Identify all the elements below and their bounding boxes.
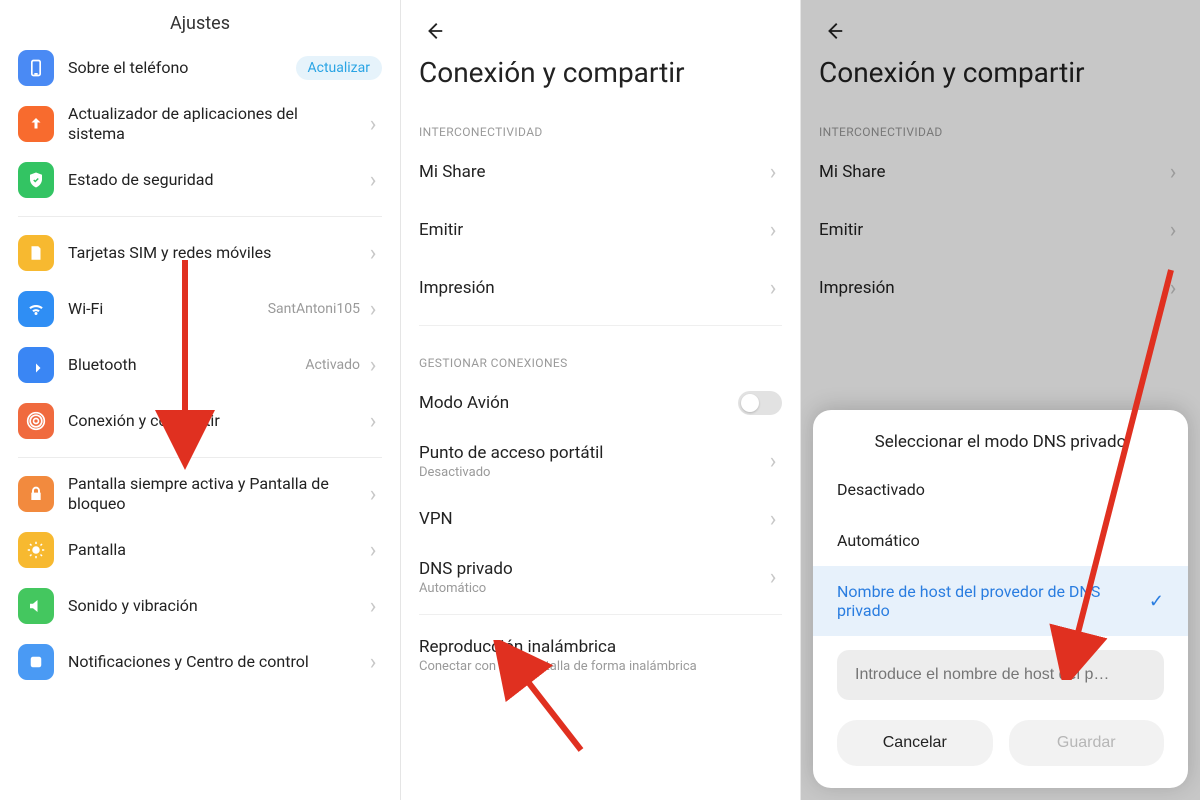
cancel-button[interactable]: Cancelar xyxy=(837,720,993,766)
bluetooth-icon xyxy=(18,347,54,383)
row-airplane-mode[interactable]: Modo Avión xyxy=(419,374,782,432)
row-label: Sobre el teléfono xyxy=(68,58,296,78)
row-subtext: Desactivado xyxy=(419,465,764,480)
row-label: Estado de seguridad xyxy=(68,170,364,190)
option-label: Nombre de host del provedor de DNS priva… xyxy=(837,582,1149,620)
row-sound[interactable]: Sonido y vibración › xyxy=(18,578,382,634)
wifi-icon xyxy=(18,291,54,327)
option-label: Desactivado xyxy=(837,480,925,499)
row-wireless-playback[interactable]: Reproducción inalámbrica Conectar con un… xyxy=(419,623,782,687)
chevron-right-icon: › xyxy=(764,565,782,590)
page-title: Ajustes xyxy=(0,0,400,40)
row-private-dns[interactable]: DNS privado Automático › xyxy=(419,548,782,606)
row-subtext: Automático xyxy=(419,581,764,596)
chevron-right-icon: › xyxy=(364,241,382,266)
row-mi-share[interactable]: Mi Share › xyxy=(419,143,782,201)
row-wifi[interactable]: Wi-Fi SantAntoni105 › xyxy=(18,281,382,337)
row-label: Emitir xyxy=(419,220,764,240)
row-vpn[interactable]: VPN › xyxy=(419,490,782,548)
row-label: Tarjetas SIM y redes móviles xyxy=(68,243,364,263)
check-icon: ✓ xyxy=(1149,591,1164,612)
row-subtext: Conectar con una pantalla de forma inalá… xyxy=(419,659,782,674)
row-sim[interactable]: Tarjetas SIM y redes móviles › xyxy=(18,225,382,281)
chevron-right-icon: › xyxy=(764,160,782,185)
row-label: Impresión xyxy=(419,278,764,298)
row-connection-sharing[interactable]: Conexión y compartir › xyxy=(18,393,382,449)
section-label: INTERCONECTIVIDAD xyxy=(401,103,800,143)
row-label: Reproducción inalámbrica xyxy=(419,637,782,657)
page-title: Conexión y compartir xyxy=(401,0,800,103)
toggle-switch[interactable] xyxy=(738,391,782,415)
row-label: Modo Avión xyxy=(419,393,738,413)
row-label: Notificaciones y Centro de control xyxy=(68,652,364,672)
modal-title: Seleccionar el modo DNS privado xyxy=(813,432,1188,464)
settings-pane: Ajustes Sobre el teléfono Actualizar Act… xyxy=(0,0,400,800)
row-label: DNS privado xyxy=(419,559,764,579)
row-value: SantAntoni105 xyxy=(268,301,360,317)
save-button[interactable]: Guardar xyxy=(1009,720,1165,766)
divider xyxy=(18,457,382,458)
row-label: Mi Share xyxy=(419,162,764,182)
update-badge[interactable]: Actualizar xyxy=(296,56,383,80)
chevron-right-icon: › xyxy=(764,276,782,301)
row-label: Pantalla xyxy=(68,540,364,560)
chevron-right-icon: › xyxy=(364,112,382,137)
arrow-up-icon xyxy=(18,106,54,142)
row-display[interactable]: Pantalla › xyxy=(18,522,382,578)
chevron-right-icon: › xyxy=(364,409,382,434)
option-auto[interactable]: Automático xyxy=(813,515,1188,566)
row-system-updater[interactable]: Actualizador de aplicaciones del sistema… xyxy=(18,96,382,152)
lock-icon xyxy=(18,476,54,512)
row-label: Punto de acceso portátil xyxy=(419,443,764,463)
chevron-right-icon: › xyxy=(364,482,382,507)
section-label: GESTIONAR CONEXIONES xyxy=(401,334,800,374)
row-label: Sonido y vibración xyxy=(68,596,364,616)
chevron-right-icon: › xyxy=(364,650,382,675)
row-hotspot[interactable]: Punto de acceso portátil Desactivado › xyxy=(419,432,782,490)
row-security-status[interactable]: Estado de seguridad › xyxy=(18,152,382,208)
chevron-right-icon: › xyxy=(764,449,782,474)
row-label: Bluetooth xyxy=(68,355,305,375)
dns-hostname-input[interactable] xyxy=(837,650,1164,700)
row-bluetooth[interactable]: Bluetooth Activado › xyxy=(18,337,382,393)
row-label: Wi-Fi xyxy=(68,299,268,319)
connection-icon xyxy=(18,403,54,439)
divider xyxy=(419,325,782,326)
connection-sharing-pane: Conexión y compartir INTERCONECTIVIDAD M… xyxy=(400,0,800,800)
chevron-right-icon: › xyxy=(764,507,782,532)
private-dns-modal: Seleccionar el modo DNS privado Desactiv… xyxy=(813,410,1188,788)
row-label: Conexión y compartir xyxy=(68,411,364,431)
speaker-icon xyxy=(18,588,54,624)
row-label: Pantalla siempre activa y Pantalla de bl… xyxy=(68,474,364,514)
option-off[interactable]: Desactivado xyxy=(813,464,1188,515)
back-button[interactable] xyxy=(419,16,449,46)
private-dns-modal-pane: Conexión y compartir INTERCONECTIVIDAD M… xyxy=(800,0,1200,800)
row-about-phone[interactable]: Sobre el teléfono Actualizar xyxy=(18,40,382,96)
row-label: VPN xyxy=(419,509,764,529)
shield-check-icon xyxy=(18,162,54,198)
option-label: Automático xyxy=(837,531,920,550)
row-cast[interactable]: Emitir › xyxy=(419,201,782,259)
row-label: Actualizador de aplicaciones del sistema xyxy=(68,104,364,144)
row-notifications[interactable]: Notificaciones y Centro de control › xyxy=(18,634,382,690)
chevron-right-icon: › xyxy=(364,168,382,193)
sun-icon xyxy=(18,532,54,568)
chevron-right-icon: › xyxy=(364,538,382,563)
option-hostname[interactable]: Nombre de host del provedor de DNS priva… xyxy=(813,566,1188,636)
row-print[interactable]: Impresión › xyxy=(419,259,782,317)
sim-icon xyxy=(18,235,54,271)
divider xyxy=(18,216,382,217)
row-lockscreen[interactable]: Pantalla siempre activa y Pantalla de bl… xyxy=(18,466,382,522)
chevron-right-icon: › xyxy=(364,353,382,378)
chevron-right-icon: › xyxy=(364,297,382,322)
phone-icon xyxy=(18,50,54,86)
chevron-right-icon: › xyxy=(764,218,782,243)
row-value: Activado xyxy=(305,357,360,373)
divider xyxy=(419,614,782,615)
notification-icon xyxy=(18,644,54,680)
chevron-right-icon: › xyxy=(364,594,382,619)
